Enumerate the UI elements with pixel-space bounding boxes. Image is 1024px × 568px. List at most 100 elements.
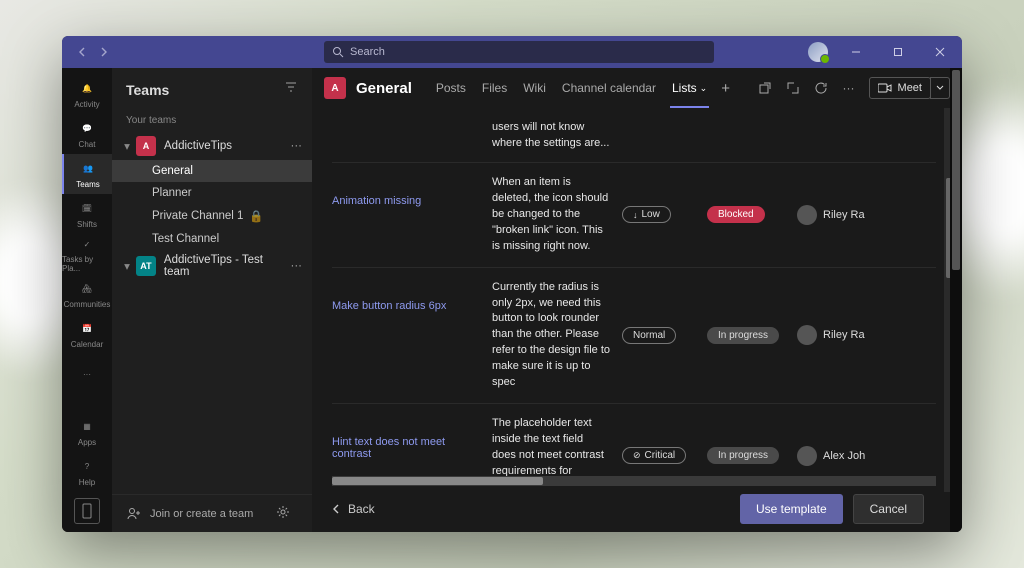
tasks-icon: ✓ — [78, 235, 96, 253]
channel-header: A General Posts Files WikiChannel calendar… — [312, 68, 962, 108]
cell-description: Currently the radius is only 2px, we nee… — [492, 280, 622, 392]
rail-label: Chat — [79, 140, 96, 149]
rail-apps[interactable]: ▦Apps — [62, 412, 112, 452]
cell-assignee[interactable]: Riley Ra — [797, 175, 936, 255]
channel-name: Test Channel — [152, 233, 219, 245]
cancel-button[interactable]: Cancel — [853, 494, 924, 524]
minimize-button[interactable] — [842, 38, 870, 66]
cell-priority[interactable]: Normal — [622, 280, 707, 392]
rail-activity[interactable]: 🔔Activity — [62, 74, 112, 114]
table-row: Make button radius 6px Currently the rad… — [332, 268, 936, 405]
tab-posts[interactable]: Posts — [428, 68, 474, 108]
search-input[interactable]: Search — [324, 41, 714, 63]
rail-communities[interactable]: 🏘Communities — [62, 274, 112, 314]
team-avatar: A — [136, 136, 156, 156]
rail-chat[interactable]: 💬Chat — [62, 114, 112, 154]
rail-help[interactable]: ? Help — [62, 452, 112, 492]
meet-label: Meet — [898, 82, 922, 94]
channel-name: Planner — [152, 187, 192, 199]
device-icon — [81, 503, 93, 519]
join-create-label: Join or create a team — [150, 508, 253, 520]
teams-panel: Teams Your teams ▾ A AddictiveTips ··· Ge… — [112, 68, 312, 532]
assignee-name: Alex Joh — [823, 450, 865, 462]
more-icon[interactable]: ··· — [841, 80, 857, 96]
avatar — [797, 205, 817, 225]
app-rail: 🔔Activity 💬Chat 👥Teams 🗓Shifts ✓ Tasks by… — [62, 68, 112, 532]
tab-files[interactable]: Files — [474, 68, 515, 108]
rail-teams[interactable]: 👥Teams — [62, 154, 112, 194]
channel-name: General — [152, 165, 193, 177]
rail-calendar[interactable]: 📅 Calendar — [62, 314, 112, 354]
rail-label: Communities — [64, 300, 111, 309]
rail-shifts[interactable]: 🗓Shifts — [62, 194, 112, 234]
calendar-icon: 📅 — [78, 320, 96, 338]
rail-more[interactable]: ··· — [62, 354, 112, 394]
cell-status[interactable]: In progress — [707, 280, 797, 392]
cell-status[interactable]: Blocked — [707, 175, 797, 255]
channel-row[interactable]: Test Channel — [112, 228, 312, 250]
people-plus-icon — [126, 506, 142, 522]
channel-row[interactable]: Planner — [112, 182, 312, 204]
channel-title: General — [356, 80, 412, 97]
chevron-left-icon — [332, 504, 342, 514]
user-avatar[interactable] — [808, 42, 828, 62]
tab-wiki[interactable]: Wiki — [515, 68, 554, 108]
close-button[interactable] — [926, 38, 954, 66]
nav-forward-icon[interactable] — [96, 45, 110, 59]
video-icon — [878, 83, 892, 93]
scrollbar-horizontal[interactable] — [332, 476, 936, 486]
channel-row[interactable]: Private Channel 1🔒 — [112, 204, 312, 228]
more-icon[interactable]: ··· — [291, 260, 303, 272]
chevron-down-icon — [936, 84, 944, 92]
people-icon: 👥 — [79, 160, 97, 178]
table-row: users will not know where the settings a… — [332, 108, 936, 163]
rail-label: Apps — [78, 438, 96, 447]
section-your-teams: Your teams — [112, 109, 312, 132]
tab-channel-calendar[interactable]: Channel calendar — [554, 68, 664, 108]
tab-label: Posts — [436, 81, 466, 95]
rail-device[interactable] — [74, 498, 100, 524]
refresh-icon[interactable] — [813, 80, 829, 96]
gear-icon[interactable] — [276, 505, 298, 522]
tab-label: Files — [482, 81, 507, 95]
team-row[interactable]: ▾ AT AddictiveTips - Test team ··· — [112, 250, 312, 282]
more-icon[interactable]: ··· — [291, 140, 303, 152]
nav-back-icon[interactable] — [76, 45, 90, 59]
back-button[interactable]: Back — [332, 502, 375, 516]
expand-icon[interactable] — [785, 80, 801, 96]
team-name: AddictiveTips - Test team — [164, 254, 291, 278]
chevron-down-icon: ⌄ — [700, 83, 708, 94]
add-tab-button[interactable]: + — [721, 80, 730, 97]
scroll-thumb[interactable] — [952, 70, 960, 270]
maximize-button[interactable] — [884, 38, 912, 66]
rail-label: Help — [79, 478, 95, 487]
cell-assignee[interactable]: Riley Ra — [797, 280, 936, 392]
assignee-name: Riley Ra — [823, 209, 865, 221]
cell-priority[interactable]: ↓ Low — [622, 175, 707, 255]
teams-title: Teams — [126, 82, 169, 98]
help-icon: ? — [78, 458, 96, 476]
rail-label: Calendar — [71, 340, 103, 349]
cell-description: When an item is deleted, the icon should… — [492, 175, 622, 255]
meet-dropdown[interactable] — [930, 77, 950, 99]
team-name: AddictiveTips — [164, 140, 232, 152]
meet-button[interactable]: Meet — [869, 77, 931, 99]
rail-tasks[interactable]: ✓ Tasks by Pla... — [62, 234, 112, 274]
scroll-thumb[interactable] — [332, 477, 543, 485]
bell-icon: 🔔 — [78, 80, 96, 98]
join-create-team[interactable]: Join or create a team — [112, 494, 312, 532]
title-bar: Search — [62, 36, 962, 68]
outer-scrollbar[interactable] — [950, 68, 962, 532]
filter-icon[interactable] — [284, 80, 298, 99]
tab-lists[interactable]: Lists⌄ — [664, 68, 715, 108]
use-template-button[interactable]: Use template — [740, 494, 843, 524]
rail-label: Tasks by Pla... — [62, 255, 112, 273]
cell-title[interactable]: Animation missing — [332, 175, 492, 255]
channel-row[interactable]: General — [112, 160, 312, 182]
shifts-icon: 🗓 — [78, 200, 96, 218]
popout-icon[interactable] — [757, 80, 773, 96]
cell-title[interactable]: Make button radius 6px — [332, 280, 492, 392]
team-row[interactable]: ▾ A AddictiveTips ··· — [112, 132, 312, 160]
channel-avatar: A — [324, 77, 346, 99]
avatar — [797, 446, 817, 466]
